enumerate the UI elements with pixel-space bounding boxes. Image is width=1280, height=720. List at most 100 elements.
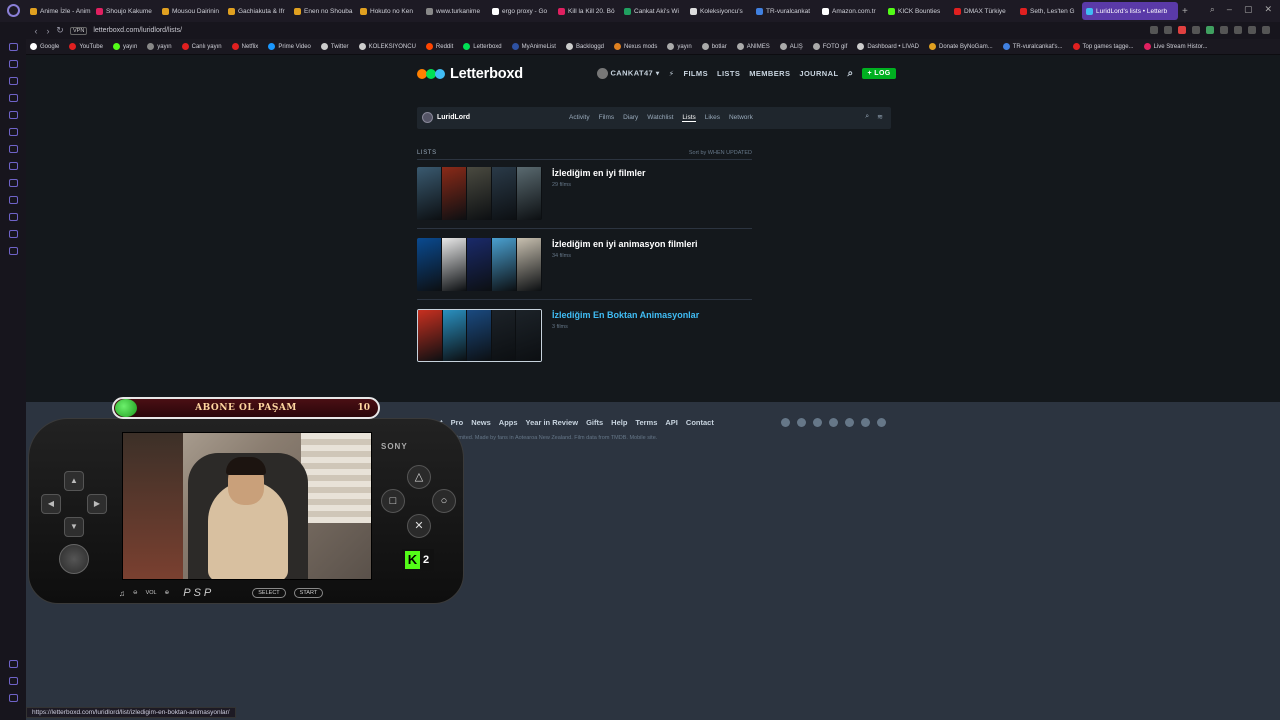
browser-tab[interactable]: Gachiakuta & Ifr [224,2,290,20]
sort-dropdown[interactable]: Sort by WHEN UPDATED [689,150,752,156]
forward-icon[interactable]: › [42,26,54,36]
sidebar-history-icon[interactable] [8,213,18,221]
film-poster[interactable] [467,167,492,220]
extension-icon[interactable] [1234,26,1242,34]
film-poster[interactable] [467,238,492,291]
footer-link[interactable]: Year in Review [526,418,579,427]
footer-link[interactable]: Gifts [586,418,603,427]
browser-tab-active[interactable]: LuridLord's lists • Letterb [1082,2,1178,20]
bookmark-item[interactable]: Backloggd [565,43,604,50]
browser-tab[interactable]: DMAX Türkiye [950,2,1016,20]
maximize-icon[interactable]: ▢ [1244,4,1253,15]
film-poster[interactable] [467,310,492,361]
bookmark-item[interactable]: botlar [701,43,727,50]
bookmark-item[interactable]: Top games tagge... [1072,43,1134,50]
tab-activity[interactable]: Activity [569,114,590,122]
minimize-icon[interactable]: – [1227,4,1232,15]
tiktok-icon[interactable] [861,418,870,427]
log-button[interactable]: + LOG [862,68,896,79]
browser-tab[interactable]: Seth, Les'ten G [1016,2,1082,20]
footer-link[interactable]: Pro [451,418,464,427]
facebook-icon[interactable] [845,418,854,427]
bookmark-item[interactable]: ALIŞ [779,43,803,50]
reload-icon[interactable]: ↻ [54,25,66,36]
bookmark-item[interactable]: Canlı yayın [181,43,222,50]
bookmark-item[interactable]: KOLEKSIYONCU [358,43,416,50]
sidebar-telegram-icon[interactable] [8,94,18,102]
bookmark-item[interactable]: yayın [112,43,137,50]
nav-lists[interactable]: LISTS [717,69,740,78]
sidebar-more-icon[interactable] [8,694,18,702]
sidebar-extensions-icon[interactable] [8,660,18,668]
film-poster[interactable] [492,167,517,220]
film-poster[interactable] [442,238,467,291]
browser-tab[interactable]: Anime İzle - Anim [26,2,92,20]
profile-avatar[interactable] [422,112,433,123]
extension-icon[interactable] [1178,26,1186,34]
new-tab-icon[interactable]: + [1182,6,1188,17]
sidebar-whatsapp-icon[interactable] [8,111,18,119]
browser-tab[interactable]: Enen no Shouba [290,2,356,20]
browser-tab[interactable]: Koleksiyoncu's [686,2,752,20]
sidebar-workspace-icon[interactable] [8,43,18,51]
extension-icon[interactable] [1192,26,1200,34]
list-poster-stack[interactable] [417,167,542,220]
bookmark-item[interactable]: Reddit [425,43,453,50]
extension-icon[interactable] [1206,26,1214,34]
extension-icon[interactable] [1150,26,1158,34]
film-poster[interactable] [442,310,468,361]
extension-icon[interactable] [1164,26,1172,34]
sidebar-heart-icon[interactable] [8,196,18,204]
nav-journal[interactable]: JOURNAL [799,69,838,78]
close-icon[interactable]: ✕ [1264,4,1272,15]
bookmark-item[interactable]: Nexus mods [614,43,657,50]
browser-tab[interactable]: www.turkanime [422,2,488,20]
threads-icon[interactable] [797,418,806,427]
footer-link[interactable]: Apps [499,418,518,427]
bookmark-item[interactable]: TR-vuralcankat's... [1002,43,1063,50]
browser-tab[interactable]: KICK Bounties [884,2,950,20]
menu-icon[interactable] [1262,26,1270,34]
search-tabs-icon[interactable]: ⌕ [1210,4,1215,15]
bookmark-item[interactable]: Live Stream Histor... [1143,43,1208,50]
film-poster[interactable] [442,167,467,220]
browser-tab[interactable]: ergo proxy - Go [488,2,554,20]
url-field[interactable]: letterboxd.com/luridlord/lists/ [93,27,182,34]
instagram-icon[interactable] [781,418,790,427]
browser-tab[interactable]: Cankat Aki's Wi [620,2,686,20]
tab-films[interactable]: Films [599,114,615,122]
opera-logo-icon[interactable] [7,4,20,17]
sidebar-aria-icon[interactable] [8,60,18,68]
bookmark-item[interactable]: yayın [667,43,692,50]
sidebar-messenger-icon[interactable] [8,77,18,85]
browser-tab[interactable]: Amazon.com.tr [818,2,884,20]
sidebar-settings-icon[interactable] [8,677,18,685]
sidebar-player-icon[interactable] [8,162,18,170]
footer-link[interactable]: Help [611,418,627,427]
bookmark-item[interactable]: Dashboard • LIVAD [857,43,919,50]
film-poster[interactable] [517,238,542,291]
browser-tab[interactable]: Kill la Kill 20. Bö [554,2,620,20]
back-icon[interactable]: ‹ [30,26,42,36]
profile-search-icon[interactable]: ⌕ [865,113,869,121]
list-title[interactable]: İzlediğim en iyi animasyon filmleri [552,239,698,249]
list-item[interactable]: İzlediğim en iyi animasyon filmleri 34 f… [417,238,752,300]
bookmark-item[interactable]: Twitter [320,43,349,50]
bookmark-item[interactable]: ANIMES [736,43,770,50]
tab-network[interactable]: Network [729,114,753,122]
sidebar-downloads-icon[interactable] [8,230,18,238]
footer-link[interactable]: News [471,418,491,427]
tab-diary[interactable]: Diary [623,114,638,122]
sidebar-twitter-icon[interactable] [8,145,18,153]
sidebar-bookmarks-icon[interactable] [8,179,18,187]
sidebar-settings-icon[interactable] [8,247,18,255]
browser-tab[interactable]: Mousou Dairinin [158,2,224,20]
vpn-badge[interactable]: VPN [70,26,88,35]
browser-tab[interactable]: TR-vuralcankat [752,2,818,20]
profile-name[interactable]: LuridLord [437,114,470,121]
tab-lists[interactable]: Lists [682,114,696,122]
bookmark-item[interactable]: Letterboxd [463,43,502,50]
film-poster[interactable] [517,167,542,220]
bookmark-item[interactable]: FOTO gif [812,43,847,50]
bookmark-item[interactable]: MyAnimeList [511,43,556,50]
